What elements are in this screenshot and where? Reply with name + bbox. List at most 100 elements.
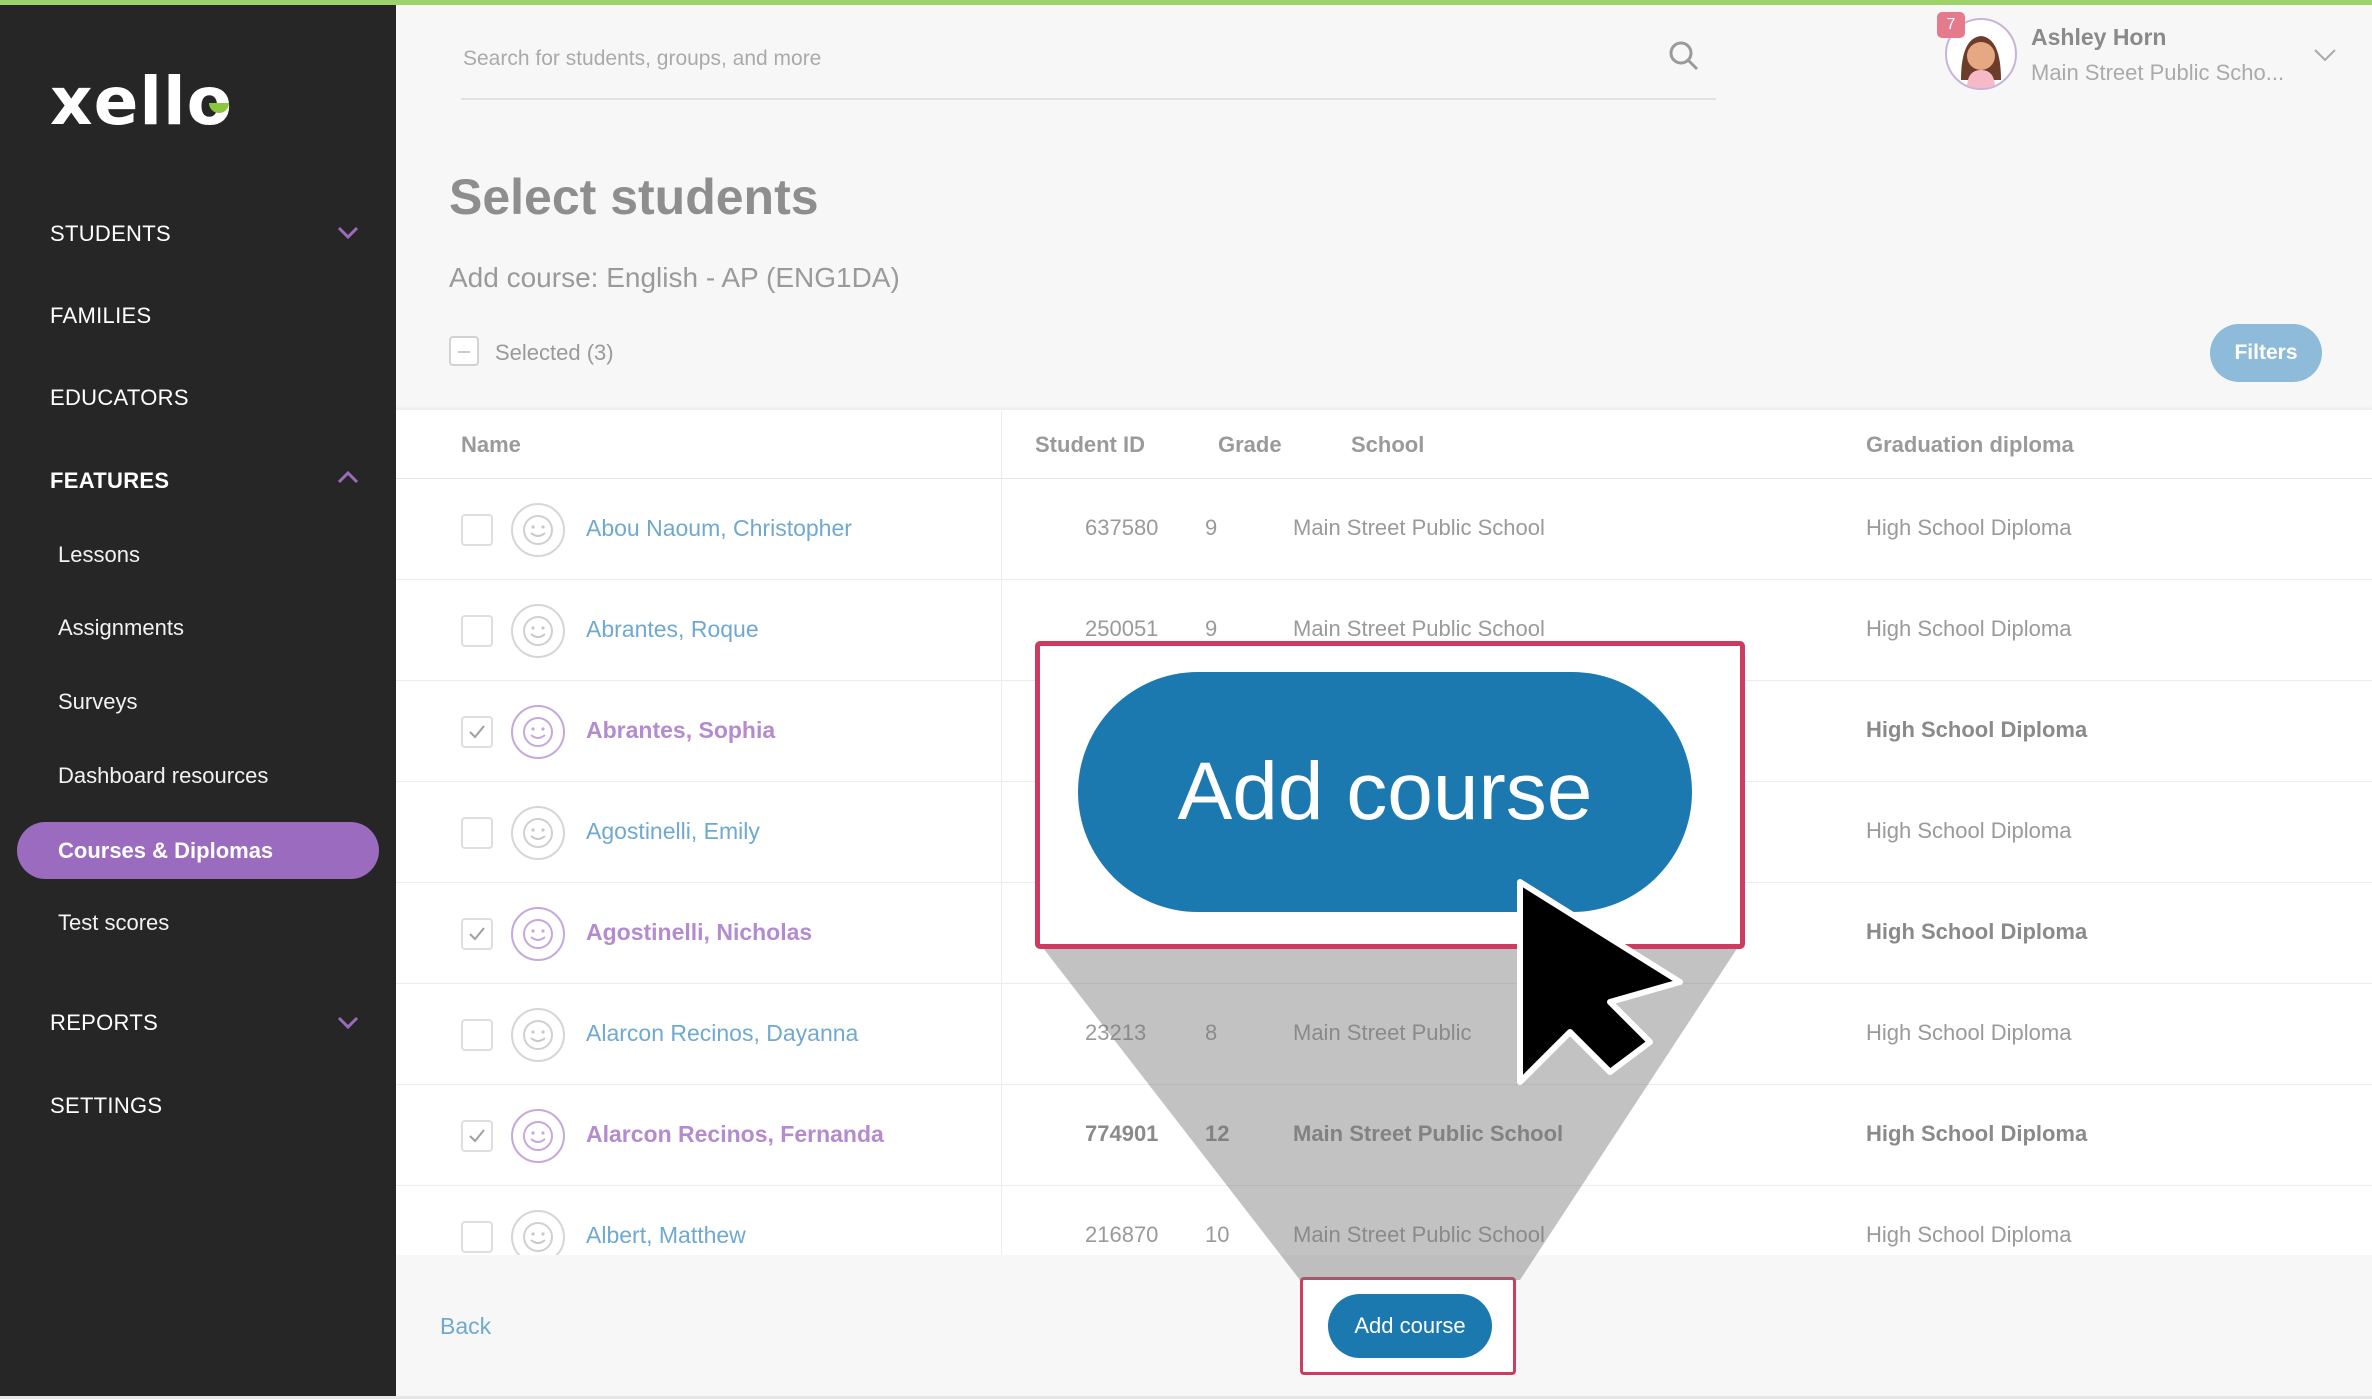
table-header: Name Student ID Grade School Graduation … (396, 410, 2372, 479)
chevron-down-icon[interactable] (2310, 40, 2340, 70)
highlight-frame: Add course (1300, 1277, 1516, 1375)
student-name-link[interactable]: Albert, Matthew (586, 1222, 746, 1249)
smiley-icon (523, 717, 553, 747)
student-diploma: High School Diploma (1866, 1222, 2072, 1247)
row-checkbox[interactable] (461, 1120, 493, 1152)
student-school: Main Street Public (1293, 1020, 1472, 1045)
page-title: Select students (449, 169, 819, 225)
row-checkbox[interactable] (461, 817, 493, 849)
student-avatar (511, 503, 565, 557)
checkmark-icon (469, 725, 485, 739)
page-subtitle: Add course: English - AP (ENG1DA) (449, 262, 900, 293)
student-diploma: High School Diploma (1866, 919, 2088, 944)
column-header-student-id[interactable]: Student ID (1035, 432, 1145, 458)
table-row[interactable]: Alarcon Recinos, Fernanda 774901 12 Main St… (396, 1084, 2372, 1186)
chevron-up-icon[interactable] (335, 465, 361, 491)
student-id: 250051 (1085, 616, 1159, 641)
sidebar-item-courses-diplomas[interactable]: Courses & Diplomas (17, 822, 379, 879)
column-header-graduation-diploma[interactable]: Graduation diploma (1866, 432, 2074, 458)
page-footer: Back Add course (396, 1255, 2372, 1399)
sidebar-item-assignments[interactable]: Assignments (58, 615, 184, 641)
sidebar: xello STUDENTS FAMILIES EDUCATORS FEATUR… (0, 5, 396, 1399)
smiley-icon (523, 1020, 553, 1050)
student-avatar (511, 1109, 565, 1163)
student-diploma: High School Diploma (1866, 515, 2072, 540)
row-checkbox[interactable] (461, 1221, 493, 1253)
xello-logo[interactable]: xello (50, 63, 233, 140)
student-avatar (511, 1008, 565, 1062)
add-course-button[interactable]: Add course (1328, 1294, 1492, 1358)
student-avatar (511, 907, 565, 961)
select-all-checkbox[interactable] (449, 336, 479, 366)
row-checkbox[interactable] (461, 716, 493, 748)
selected-count: Selected (3) (495, 340, 614, 365)
student-school: Main Street Public School (1293, 1121, 1564, 1146)
table-row[interactable]: Abou Naoum, Christopher 637580 9 Main Stree… (396, 478, 2372, 580)
student-avatar (511, 806, 565, 860)
search-icon[interactable] (1666, 38, 1702, 74)
sidebar-item-reports[interactable]: REPORTS (50, 1010, 158, 1036)
student-school: Main Street Public School (1293, 1222, 1545, 1247)
student-name-link[interactable]: Agostinelli, Emily (586, 818, 760, 845)
row-checkbox[interactable] (461, 1019, 493, 1051)
column-header-name[interactable]: Name (461, 432, 521, 458)
student-avatar (511, 705, 565, 759)
column-header-grade[interactable]: Grade (1218, 432, 1282, 458)
sidebar-item-surveys[interactable]: Surveys (58, 689, 137, 715)
back-link[interactable]: Back (440, 1313, 491, 1340)
student-diploma: High School Diploma (1866, 1020, 2072, 1045)
checkmark-icon (469, 927, 485, 941)
sidebar-item-families[interactable]: FAMILIES (50, 303, 151, 329)
smiley-icon (523, 616, 553, 646)
user-school: Main Street Public Scho... (2031, 60, 2285, 85)
student-avatar (511, 604, 565, 658)
student-grade: 10 (1205, 1222, 1230, 1247)
row-checkbox[interactable] (461, 615, 493, 647)
student-name-link[interactable]: Alarcon Recinos, Dayanna (586, 1020, 858, 1047)
table-row[interactable]: Alarcon Recinos, Dayanna 23213 8 Main Stree… (396, 983, 2372, 1085)
smiley-icon (523, 919, 553, 949)
search-bar (461, 32, 1716, 100)
filters-button[interactable]: Filters (2210, 324, 2322, 382)
column-header-school[interactable]: School (1351, 432, 1424, 458)
row-checkbox[interactable] (461, 918, 493, 950)
sidebar-item-test-scores[interactable]: Test scores (58, 910, 169, 936)
smiley-icon (523, 1121, 553, 1151)
sidebar-item-settings[interactable]: SETTINGS (50, 1093, 162, 1119)
student-grade: 12 (1205, 1121, 1230, 1146)
student-name-link[interactable]: Alarcon Recinos, Fernanda (586, 1121, 884, 1148)
row-checkbox[interactable] (461, 514, 493, 546)
smiley-icon (523, 1222, 553, 1252)
sidebar-item-lessons[interactable]: Lessons (58, 542, 140, 568)
user-menu[interactable]: 7 Ashley Horn Main Street Public Scho... (1937, 12, 2365, 90)
student-avatar (511, 1210, 565, 1255)
sidebar-item-educators[interactable]: EDUCATORS (50, 385, 189, 411)
sidebar-item-features[interactable]: FEATURES (50, 468, 169, 494)
checkmark-icon (469, 1129, 485, 1143)
mouse-pointer-icon (1517, 879, 1683, 1085)
student-diploma: High School Diploma (1866, 717, 2088, 742)
student-grade: 9 (1205, 616, 1218, 641)
student-name-link[interactable]: Abou Naoum, Christopher (586, 515, 852, 542)
table-row[interactable]: Albert, Matthew 216870 10 Main Street Publi… (396, 1185, 2372, 1255)
sidebar-item-dashboard-resources[interactable]: Dashboard resources (58, 763, 268, 789)
search-input[interactable] (461, 38, 1615, 80)
student-id: 23213 (1085, 1020, 1147, 1045)
notification-badge[interactable]: 7 (1937, 12, 1965, 38)
student-diploma: High School Diploma (1866, 616, 2072, 641)
sidebar-item-label: Courses & Diplomas (58, 838, 274, 863)
student-id: 637580 (1085, 515, 1159, 540)
student-name-link[interactable]: Abrantes, Sophia (586, 717, 775, 744)
student-id: 774901 (1085, 1121, 1159, 1146)
chevron-down-icon[interactable] (335, 1009, 361, 1035)
smiley-icon (523, 818, 553, 848)
student-grade: 9 (1205, 515, 1218, 540)
student-name-link[interactable]: Abrantes, Roque (586, 616, 759, 643)
student-school: Main Street Public School (1293, 515, 1545, 540)
sidebar-item-students[interactable]: STUDENTS (50, 221, 171, 247)
chevron-down-icon[interactable] (335, 219, 361, 245)
student-name-link[interactable]: Agostinelli, Nicholas (586, 919, 812, 946)
student-grade: 8 (1205, 1020, 1218, 1045)
user-name: Ashley Horn (2031, 24, 2167, 50)
student-diploma: High School Diploma (1866, 1121, 2088, 1146)
